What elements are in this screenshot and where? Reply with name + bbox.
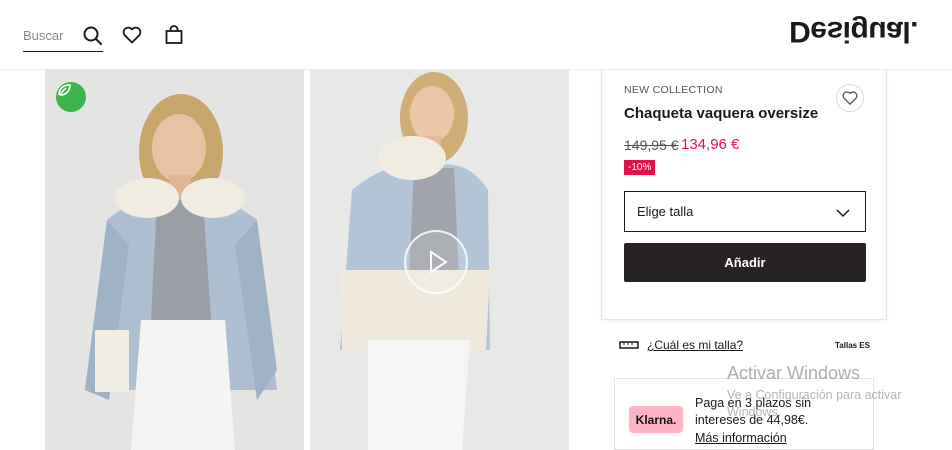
leaf-icon [58, 84, 71, 96]
model-illustration [45, 70, 304, 450]
size-region-label: Tallas ES [835, 341, 870, 350]
search-icon[interactable] [82, 25, 104, 47]
play-video-button[interactable] [404, 230, 468, 294]
heart-icon [842, 91, 858, 105]
play-icon [430, 250, 448, 274]
brand-logo[interactable]: Desigual. [789, 14, 918, 48]
windows-activation-title: Activar Windows [727, 363, 861, 383]
add-to-cart-button[interactable]: Añadir [624, 243, 866, 282]
sale-price: 134,96 € [681, 136, 740, 153]
discount-badge: -10% [624, 160, 656, 175]
size-select-label: Elige talla [637, 204, 694, 219]
heart-icon[interactable] [121, 24, 143, 46]
add-to-wishlist-button[interactable] [836, 84, 864, 112]
product-image-front[interactable] [45, 70, 304, 450]
product-info-card: NEW COLLECTION Chaqueta vaquera oversize… [601, 70, 887, 320]
chevron-down-icon [836, 209, 850, 218]
product-image-side[interactable] [310, 70, 569, 450]
product-title: Chaqueta vaquera oversize [624, 105, 819, 122]
klarna-more-info-link[interactable]: Más información [695, 431, 787, 445]
site-header: Buscar Desigual. [0, 0, 952, 70]
size-select[interactable]: Elige talla [624, 191, 866, 232]
klarna-logo: Klarna. [629, 406, 683, 433]
shopping-bag-icon[interactable] [163, 24, 185, 46]
size-guide-link[interactable]: ¿Cuál es mi talla? [647, 338, 743, 352]
windows-activation-subtitle: Ve a Configuración para activar Windows. [727, 388, 902, 419]
eco-badge [56, 82, 86, 112]
search-input[interactable]: Buscar [23, 28, 63, 43]
original-price: 149,95 € [624, 137, 679, 153]
search-bar[interactable]: Buscar [23, 22, 103, 52]
collection-label: NEW COLLECTION [624, 84, 723, 96]
ruler-icon [619, 341, 639, 349]
